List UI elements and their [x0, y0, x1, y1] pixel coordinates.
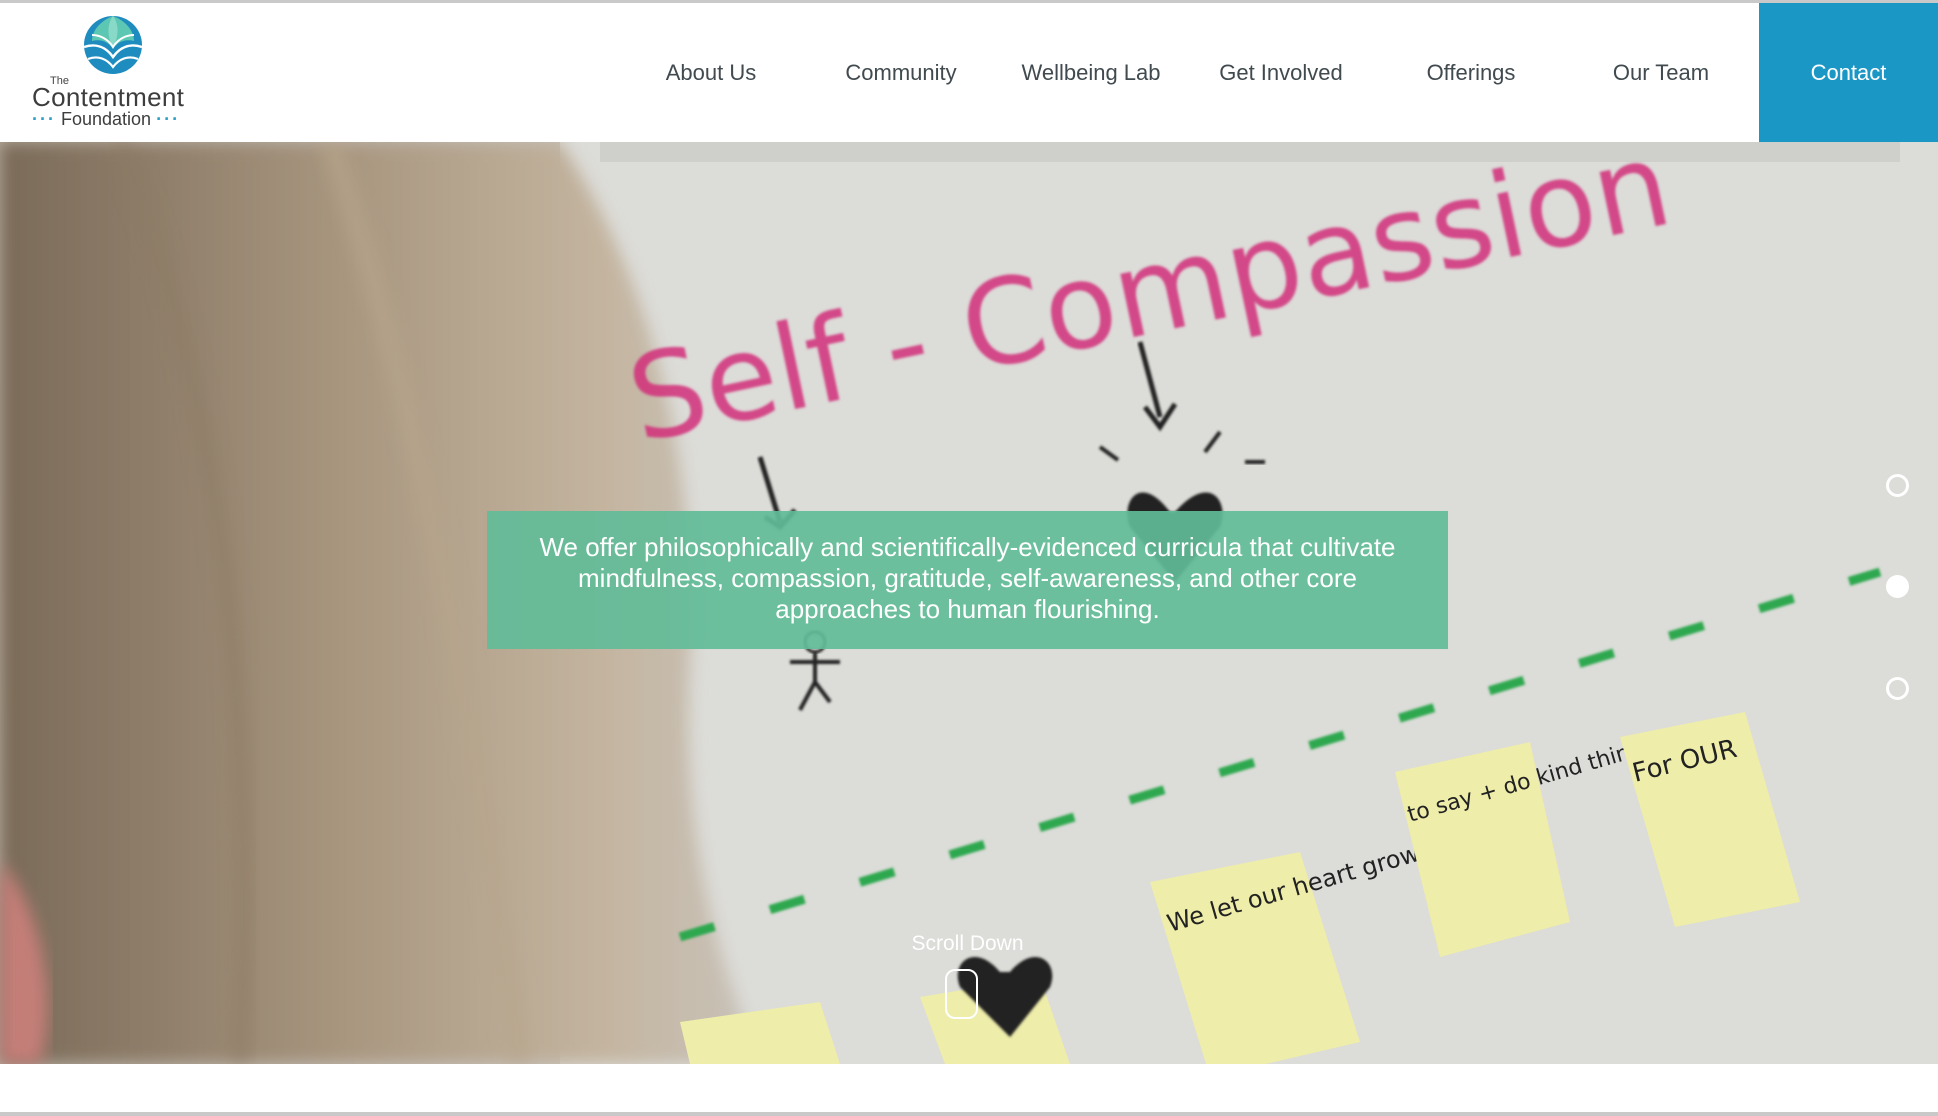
scroll-down-label[interactable]: Scroll Down — [860, 932, 1075, 956]
logo-foundation-text: Foundation — [61, 109, 152, 129]
bottom-border — [0, 1112, 1938, 1116]
nav-offerings[interactable]: Offerings — [1376, 3, 1566, 142]
nav-contact-button[interactable]: Contact — [1759, 3, 1938, 142]
slide-dot-2[interactable] — [1886, 575, 1909, 598]
nav-get-involved[interactable]: Get Involved — [1186, 3, 1376, 142]
mouse-icon[interactable] — [945, 969, 978, 1019]
nav-community[interactable]: Community — [806, 3, 996, 142]
slide-dot-1[interactable] — [1886, 474, 1909, 497]
nav-about-us[interactable]: About Us — [616, 3, 806, 142]
site-header: The Contentment ··· Foundation ··· About… — [0, 3, 1938, 142]
hero-slider: Self - Compassion We let our heart grow … — [0, 142, 1938, 1064]
lotus-globe-icon — [83, 16, 143, 74]
logo-dots-left: ··· — [32, 109, 56, 129]
hero-banner-text: We offer philosophically and scientifica… — [487, 511, 1448, 649]
nav-our-team[interactable]: Our Team — [1566, 3, 1756, 142]
nav-wellbeing-lab[interactable]: Wellbeing Lab — [996, 3, 1186, 142]
logo-sub-text: ··· Foundation ··· — [32, 109, 180, 130]
slide-dot-3[interactable] — [1886, 677, 1909, 700]
logo-dots-right: ··· — [156, 109, 181, 129]
site-logo[interactable]: The Contentment ··· Foundation ··· — [28, 13, 198, 133]
main-nav: About Us Community Wellbeing Lab Get Inv… — [616, 3, 1756, 142]
